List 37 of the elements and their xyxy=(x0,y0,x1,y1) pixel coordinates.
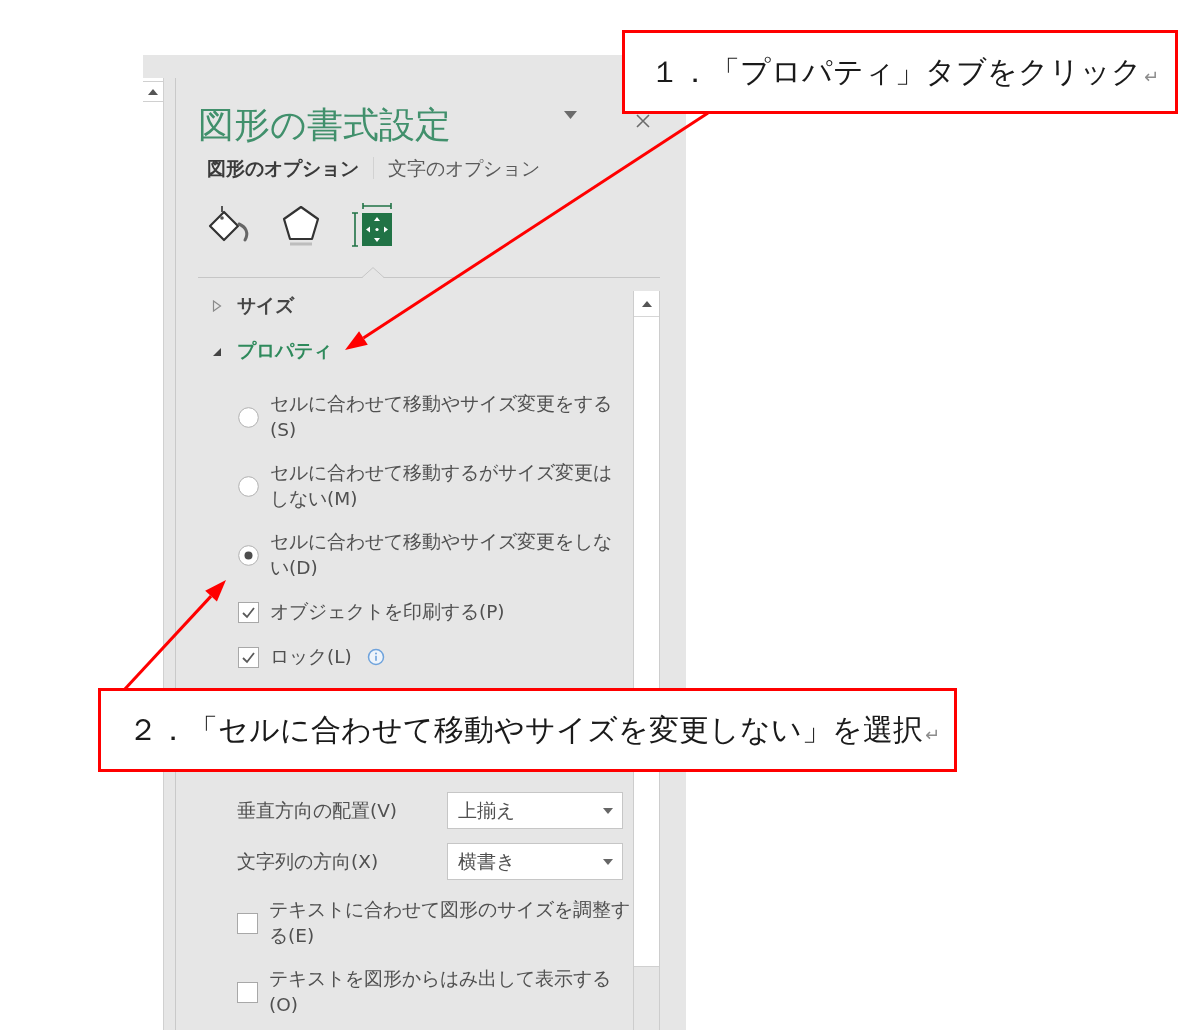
close-icon[interactable] xyxy=(636,114,650,128)
callout-text: ２．「セルに合わせて移動やサイズを変更しない」を選択 xyxy=(128,710,923,749)
dropdown-label: 垂直方向の配置(V) xyxy=(237,799,399,823)
caret-icon xyxy=(603,858,613,865)
info-icon[interactable] xyxy=(366,648,385,666)
dropdown[interactable]: 上揃え xyxy=(447,792,623,829)
radio-label: セルに合わせて移動やサイズ変更をする(S) xyxy=(270,392,613,442)
checkbox-label: テキストを図形からはみ出して表示する(O) xyxy=(269,967,612,1017)
checkbox[interactable] xyxy=(237,981,258,1003)
caret-icon[interactable] xyxy=(564,111,577,119)
checkbox[interactable] xyxy=(237,912,258,934)
checkbox[interactable] xyxy=(238,646,259,668)
collapsed-triangle-icon xyxy=(212,300,222,312)
up-arrow-icon xyxy=(641,300,652,307)
tab[interactable]: 文字のオプション xyxy=(388,155,540,181)
tab[interactable]: 図形のオプション xyxy=(207,155,359,181)
checkbox-label: オブジェクトを印刷する(P) xyxy=(270,600,505,624)
radio-label: セルに合わせて移動やサイズ変更をしない(D) xyxy=(270,530,613,580)
caret-icon xyxy=(603,807,613,814)
checkbox[interactable] xyxy=(238,601,259,623)
dropdown[interactable]: 横書き xyxy=(447,843,623,880)
scroll-up-button[interactable] xyxy=(634,291,659,317)
radio-button[interactable] xyxy=(238,406,259,428)
radio-button[interactable] xyxy=(238,475,259,497)
radio-label: セルに合わせて移動するがサイズ変更はしない(M) xyxy=(270,461,613,511)
pane-title: 図形の書式設定 xyxy=(198,103,451,147)
section-header[interactable]: サイズ xyxy=(198,291,294,321)
scroll-up-button[interactable] xyxy=(143,81,163,102)
size-properties-icon xyxy=(351,203,395,247)
paragraph-mark: ↵ xyxy=(925,723,941,745)
paragraph-mark: ↵ xyxy=(1144,65,1160,87)
checkbox-label: テキストに合わせて図形のサイズを調整する(E) xyxy=(269,898,631,948)
up-arrow-icon xyxy=(148,88,158,95)
checkbox-label: ロック(L) xyxy=(270,645,352,669)
radio-button[interactable] xyxy=(238,544,259,566)
callout-text: １．「プロパティ」タブをクリック xyxy=(650,52,1142,91)
dropdown-label: 文字列の方向(X) xyxy=(237,850,380,874)
